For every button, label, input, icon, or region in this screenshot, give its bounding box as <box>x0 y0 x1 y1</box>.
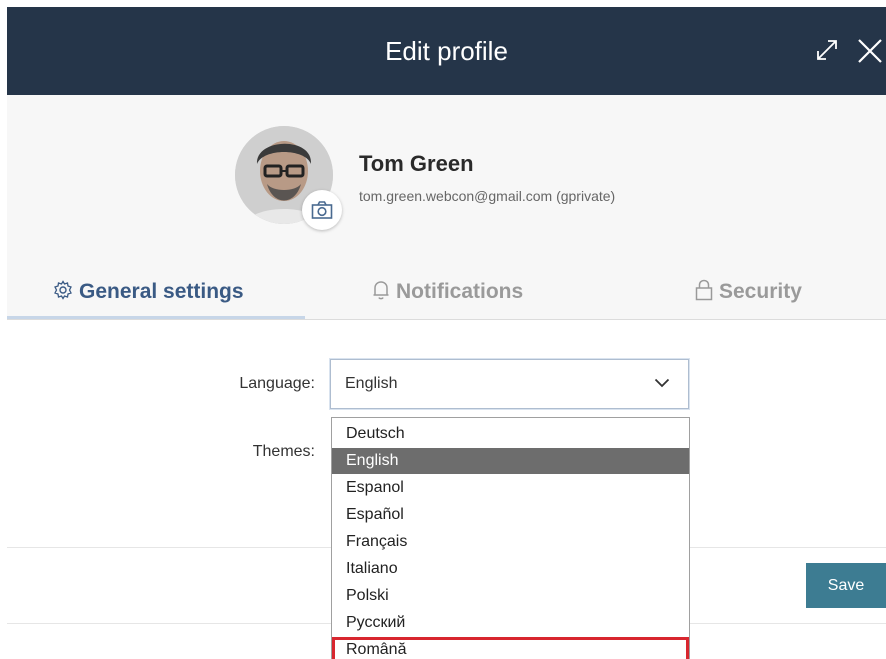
language-option-espanol[interactable]: Espanol <box>332 475 689 501</box>
avatar-container <box>235 126 342 230</box>
expand-icon[interactable] <box>815 38 839 62</box>
bell-icon <box>373 281 389 300</box>
user-name: Tom Green <box>359 151 474 176</box>
profile-tabs: General settings Notifications Security <box>7 267 886 320</box>
tab-general-settings[interactable]: General settings <box>53 267 244 317</box>
language-option-russian[interactable]: Русский <box>332 610 689 636</box>
chevron-down-icon <box>654 378 670 388</box>
close-icon[interactable] <box>857 38 883 64</box>
camera-icon <box>311 201 333 219</box>
language-option-francais[interactable]: Français <box>332 529 689 555</box>
tab-notifications[interactable]: Notifications <box>372 267 523 317</box>
language-select[interactable]: English <box>330 359 689 409</box>
user-email: tom.green.webcon@gmail.com (gprivate) <box>359 188 616 204</box>
active-tab-indicator <box>7 316 305 319</box>
language-option-polski[interactable]: Polski <box>332 583 689 609</box>
tab-general-settings-label: General settings <box>79 280 244 303</box>
lock-icon <box>695 280 713 301</box>
language-dropdown-list: Deutsch English Espanol Español Français… <box>331 417 690 659</box>
profile-header: Tom Green tom.green.webcon@gmail.com (gp… <box>7 95 886 320</box>
dialog-titlebar: Edit profile <box>7 7 886 95</box>
language-label: Language: <box>239 375 315 392</box>
change-photo-button[interactable] <box>302 190 342 230</box>
tab-security-label: Security <box>719 280 802 303</box>
language-option-deutsch[interactable]: Deutsch <box>332 421 689 447</box>
language-option-italiano[interactable]: Italiano <box>332 556 689 582</box>
save-button[interactable]: Save <box>806 563 886 608</box>
gear-icon <box>54 280 72 301</box>
themes-label: Themes: <box>252 443 315 460</box>
edit-profile-dialog: Edit profile Tom Green tom.green.webcon@… <box>7 7 886 659</box>
language-option-english[interactable]: English <box>332 448 689 474</box>
language-option-romana[interactable]: Română <box>332 637 689 659</box>
language-option-espanol-accent[interactable]: Español <box>332 502 689 528</box>
tab-security[interactable]: Security <box>695 267 802 317</box>
tab-notifications-label: Notifications <box>396 280 524 303</box>
language-select-value: English <box>345 375 398 392</box>
dialog-title: Edit profile <box>385 36 508 66</box>
